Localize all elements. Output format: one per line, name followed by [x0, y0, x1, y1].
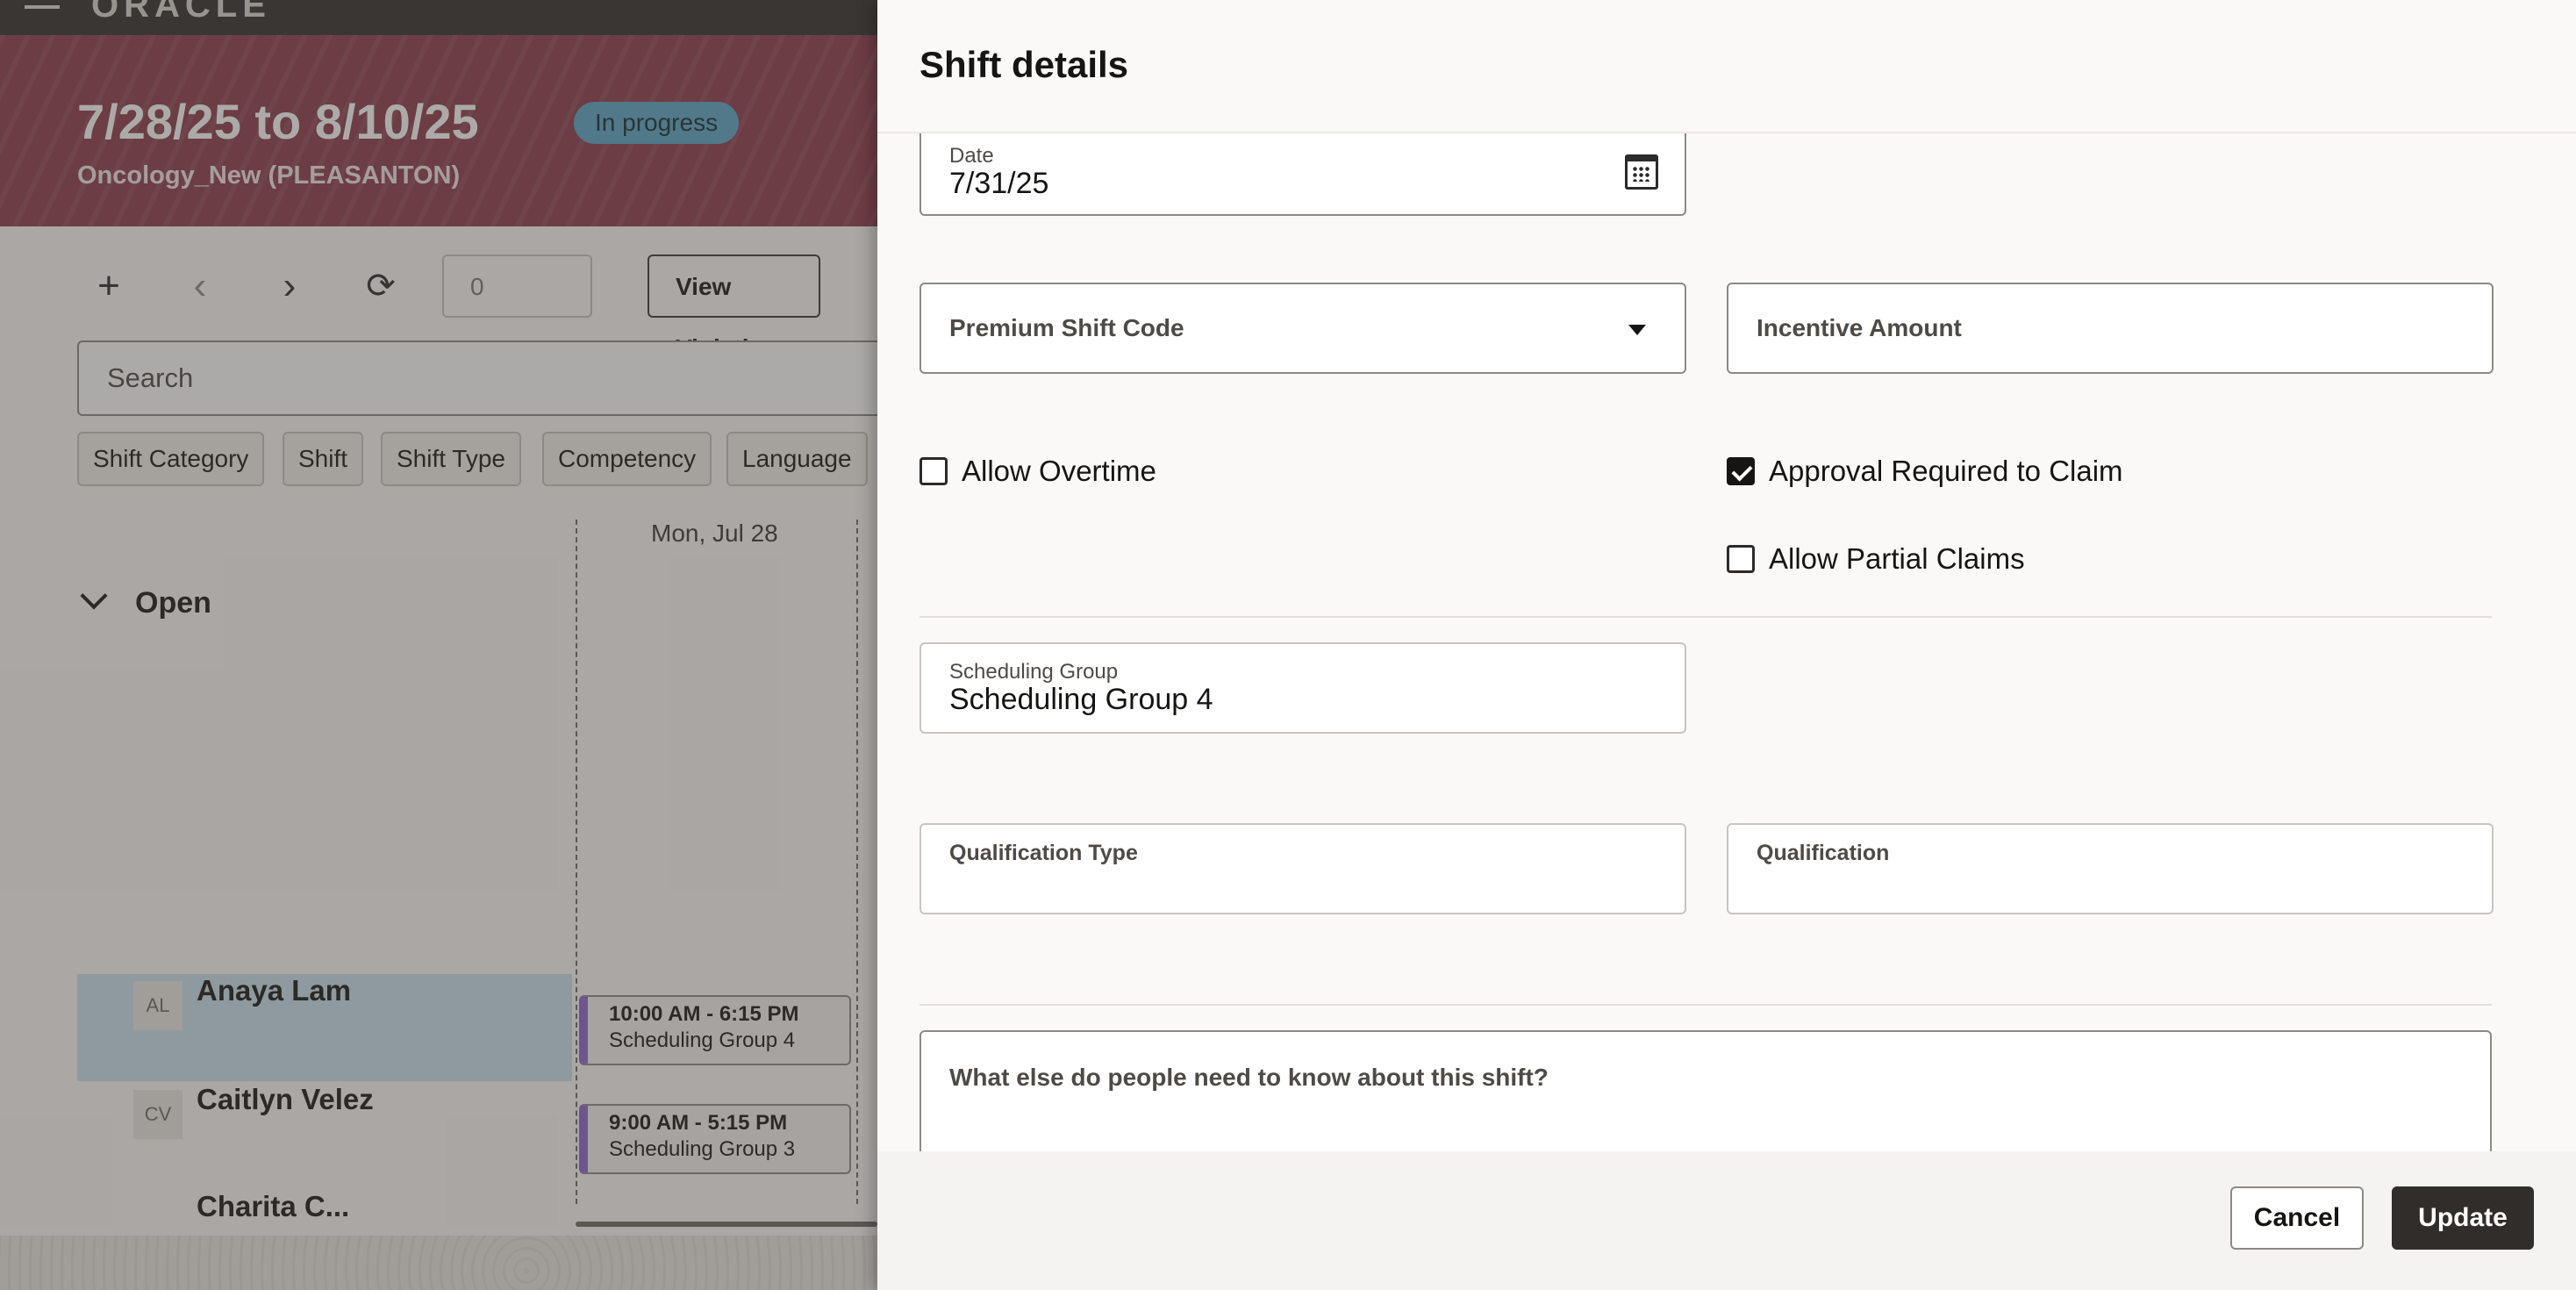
caret-down-icon	[1628, 325, 1646, 335]
qualification-label: Qualification	[1757, 841, 1890, 865]
checkbox-unchecked-icon	[1727, 545, 1755, 573]
modal-scrim[interactable]	[0, 0, 877, 1290]
date-label: Date	[949, 144, 994, 168]
allow-overtime-label: Allow Overtime	[962, 455, 1156, 487]
incentive-amount-input[interactable]: Incentive Amount	[1727, 283, 2494, 374]
allow-partial-claims-checkbox[interactable]: Allow Partial Claims	[1727, 542, 2025, 576]
drawer-header: Shift details	[877, 0, 2576, 133]
incentive-amount-placeholder: Incentive Amount	[1757, 314, 1962, 341]
scheduling-group-field[interactable]: Scheduling Group Scheduling Group 4	[919, 642, 1686, 734]
approval-required-checkbox[interactable]: Approval Required to Claim	[1727, 455, 2123, 488]
scheduling-group-value: Scheduling Group 4	[949, 683, 1213, 716]
checkbox-unchecked-icon	[919, 457, 948, 485]
section-divider	[919, 616, 2492, 618]
allow-overtime-checkbox[interactable]: Allow Overtime	[919, 455, 1156, 488]
premium-shift-code-placeholder: Premium Shift Code	[949, 314, 1184, 341]
premium-shift-code-select[interactable]: Premium Shift Code	[919, 283, 1686, 374]
scheduling-group-label: Scheduling Group	[949, 660, 1119, 684]
allow-partial-claims-label: Allow Partial Claims	[1769, 542, 2025, 575]
section-divider	[919, 1004, 2492, 1006]
shift-notes-textarea[interactable]: What else do people need to know about t…	[919, 1030, 2492, 1162]
qualification-field[interactable]: Qualification	[1727, 823, 2494, 914]
checkbox-checked-icon	[1727, 457, 1755, 485]
date-value: 7/31/25	[949, 167, 1049, 200]
shift-notes-placeholder: What else do people need to know about t…	[949, 1064, 1549, 1091]
approval-required-label: Approval Required to Claim	[1769, 455, 2123, 487]
qualification-type-label: Qualification Type	[949, 841, 1138, 865]
date-field[interactable]: Date 7/31/25	[919, 125, 1686, 216]
cancel-button[interactable]: Cancel	[2230, 1186, 2364, 1250]
drawer-title: Shift details	[919, 44, 1129, 85]
calendar-icon[interactable]	[1625, 154, 1658, 190]
drawer-footer: Cancel Update	[877, 1151, 2576, 1290]
qualification-type-field[interactable]: Qualification Type	[919, 823, 1686, 914]
shift-details-drawer: Shift details Date 7/31/25 Premium Shift…	[877, 0, 2576, 1290]
update-button[interactable]: Update	[2392, 1186, 2534, 1250]
